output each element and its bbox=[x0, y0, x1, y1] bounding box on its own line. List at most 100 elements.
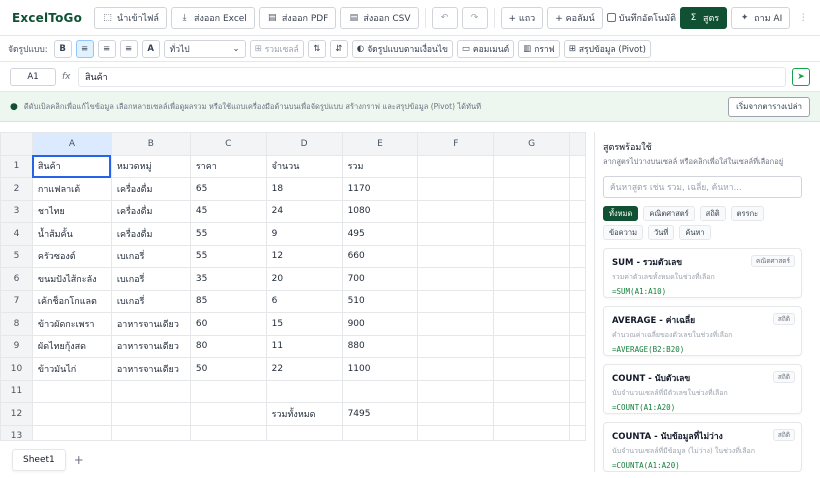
cell-d10[interactable]: 22 bbox=[265, 357, 343, 381]
cell-c7[interactable]: 85 bbox=[189, 289, 267, 313]
cell-e7[interactable]: 510 bbox=[341, 289, 419, 313]
cell-f4[interactable] bbox=[417, 222, 495, 246]
align-left-button[interactable]: ≡ bbox=[75, 39, 94, 58]
cell-g2[interactable] bbox=[493, 177, 570, 201]
cell-c5[interactable]: 55 bbox=[189, 244, 267, 268]
row-header[interactable]: 5 bbox=[0, 244, 33, 268]
row-header[interactable]: 7 bbox=[0, 289, 33, 313]
cell-a5[interactable]: ครัวซองต์ bbox=[31, 244, 112, 268]
cell-e4[interactable]: 495 bbox=[341, 222, 419, 246]
cell-a9[interactable]: ผัดไทยกุ้งสด bbox=[31, 334, 112, 358]
column-header-c[interactable]: C bbox=[189, 132, 267, 156]
cell-d11[interactable] bbox=[265, 379, 343, 403]
export-csv-button[interactable]: ▤ ส่งออก CSV bbox=[340, 6, 419, 29]
text-color-button[interactable]: A bbox=[141, 39, 160, 58]
cell-a8[interactable]: ข้าวผัดกะเพรา bbox=[31, 312, 112, 336]
category-chip[interactable]: ทั้งหมด bbox=[603, 206, 639, 221]
cell-c2[interactable]: 65 bbox=[189, 177, 267, 201]
cell-c8[interactable]: 60 bbox=[189, 312, 267, 336]
cell-f2[interactable] bbox=[417, 177, 495, 201]
cell-g6[interactable] bbox=[493, 267, 570, 291]
cell-e1[interactable]: รวม bbox=[341, 154, 419, 178]
start-blank-button[interactable]: เริ่มจากตารางเปล่า bbox=[728, 96, 810, 117]
ask-ai-button[interactable]: ✦ ถาม AI bbox=[731, 6, 791, 29]
formula-card[interactable]: COUNT - นับตัวเลข นับจำนวนเซลล์ที่มีตัวเล… bbox=[603, 364, 802, 414]
cell-a10[interactable]: ข้าวมันไก่ bbox=[31, 357, 112, 381]
add-row-button[interactable]: + แถว bbox=[500, 6, 544, 29]
cell-g4[interactable] bbox=[493, 222, 570, 246]
cell-a13[interactable] bbox=[31, 424, 112, 440]
sort-descending-button[interactable]: ⇵ bbox=[329, 39, 348, 58]
cell-d5[interactable]: 12 bbox=[265, 244, 343, 268]
cell-b12[interactable] bbox=[110, 402, 191, 426]
undo-button[interactable]: ↶ bbox=[431, 6, 458, 29]
column-header-g[interactable]: G bbox=[493, 132, 570, 156]
cell-e2[interactable]: 1170 bbox=[341, 177, 419, 201]
add-column-button[interactable]: + คอลัมน์ bbox=[547, 6, 603, 29]
more-button[interactable]: ⋮ bbox=[794, 6, 813, 29]
cell-a6[interactable]: ขนมปังไส้กะลัง bbox=[31, 267, 112, 291]
cell-g11[interactable] bbox=[493, 379, 570, 403]
row-header[interactable]: 2 bbox=[0, 177, 33, 201]
redo-button[interactable]: ↷ bbox=[461, 6, 488, 29]
cell-g7[interactable] bbox=[493, 289, 570, 313]
cell-d3[interactable]: 24 bbox=[265, 199, 343, 223]
cell-a4[interactable]: น้ำส้มคั้น bbox=[31, 222, 112, 246]
cell-c4[interactable]: 55 bbox=[189, 222, 267, 246]
comment-button[interactable]: ▭ คอมเมนต์ bbox=[456, 39, 515, 58]
cell-b2[interactable]: เครื่องดื่ม bbox=[110, 177, 191, 201]
formula-card[interactable]: AVERAGE - ค่าเฉลี่ย คำนวณค่าเฉลี่ยของตัวเ… bbox=[603, 306, 802, 356]
sheet-tab-sheet1[interactable]: Sheet1 bbox=[12, 448, 66, 471]
cell-b5[interactable]: เบเกอรี่ bbox=[110, 244, 191, 268]
cell-f13[interactable] bbox=[417, 424, 495, 440]
cell-e11[interactable] bbox=[341, 379, 419, 403]
cell-g13[interactable] bbox=[493, 424, 570, 440]
export-excel-button[interactable]: ⤓ ส่งออก Excel bbox=[170, 6, 255, 29]
cell-d9[interactable]: 11 bbox=[265, 334, 343, 358]
cell-f10[interactable] bbox=[417, 357, 495, 381]
sort-ascending-button[interactable]: ⇅ bbox=[307, 39, 326, 58]
column-header-b[interactable]: B bbox=[110, 132, 191, 156]
cell-g5[interactable] bbox=[493, 244, 570, 268]
column-header-a[interactable]: A bbox=[31, 132, 112, 156]
column-header-d[interactable]: D bbox=[265, 132, 343, 156]
cell-c11[interactable] bbox=[189, 379, 267, 403]
cell-a7[interactable]: เค้กช็อกโกแลต bbox=[31, 289, 112, 313]
cell-b10[interactable]: อาหารจานเดียว bbox=[110, 357, 191, 381]
cell-a1[interactable]: สินค้า bbox=[31, 154, 112, 178]
cell-b3[interactable]: เครื่องดื่ม bbox=[110, 199, 191, 223]
cell-f8[interactable] bbox=[417, 312, 495, 336]
cell-c10[interactable]: 50 bbox=[189, 357, 267, 381]
category-chip[interactable]: สถิติ bbox=[699, 206, 726, 221]
cell-c1[interactable]: ราคา bbox=[189, 154, 267, 178]
cell-a3[interactable]: ชาไทย bbox=[31, 199, 112, 223]
cell-b8[interactable]: อาหารจานเดียว bbox=[110, 312, 191, 336]
row-header[interactable]: 1 bbox=[0, 154, 33, 178]
category-chip[interactable]: คณิตศาสตร์ bbox=[643, 206, 695, 221]
row-header[interactable]: 11 bbox=[0, 379, 33, 403]
category-chip[interactable]: ตรรกะ bbox=[730, 206, 765, 221]
column-header-f[interactable]: F bbox=[417, 132, 495, 156]
cell-b9[interactable]: อาหารจานเดียว bbox=[110, 334, 191, 358]
cell-e5[interactable]: 660 bbox=[341, 244, 419, 268]
bold-button[interactable]: B bbox=[53, 39, 72, 58]
cell-f9[interactable] bbox=[417, 334, 495, 358]
formula-input[interactable]: สินค้า bbox=[78, 66, 786, 87]
send-formula-button[interactable]: ➤ bbox=[792, 67, 810, 86]
cell-c3[interactable]: 45 bbox=[189, 199, 267, 223]
cell-d8[interactable]: 15 bbox=[265, 312, 343, 336]
cell-e6[interactable]: 700 bbox=[341, 267, 419, 291]
cell-e12[interactable]: 7495 bbox=[341, 402, 419, 426]
cell-d12[interactable]: รวมทั้งหมด bbox=[265, 402, 343, 426]
cell-e8[interactable]: 900 bbox=[341, 312, 419, 336]
cell-g8[interactable] bbox=[493, 312, 570, 336]
cell-e9[interactable]: 880 bbox=[341, 334, 419, 358]
row-header[interactable]: 8 bbox=[0, 312, 33, 336]
cell-f6[interactable] bbox=[417, 267, 495, 291]
import-file-button[interactable]: ⬚ นำเข้าไฟล์ bbox=[94, 6, 167, 29]
cell-a12[interactable] bbox=[31, 402, 112, 426]
cell-d2[interactable]: 18 bbox=[265, 177, 343, 201]
row-header[interactable]: 12 bbox=[0, 402, 33, 426]
formula-card[interactable]: SUM - รวมตัวเลข รวมค่าตัวเลขทั้งหมดในช่วง… bbox=[603, 248, 802, 298]
cell-d13[interactable] bbox=[265, 424, 343, 440]
